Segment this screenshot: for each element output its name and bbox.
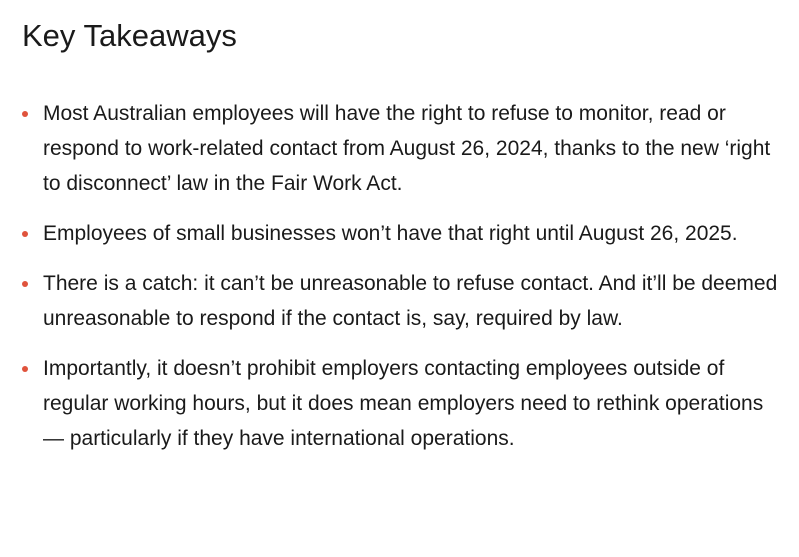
list-item: Most Australian employees will have the … (0, 96, 799, 201)
list-item: Employees of small businesses won’t have… (0, 216, 799, 251)
section-title: Key Takeaways (22, 18, 237, 53)
list-item: There is a catch: it can’t be unreasonab… (0, 266, 799, 336)
bullet-icon (22, 111, 28, 117)
bullet-icon (22, 281, 28, 287)
key-takeaways-section: Key Takeaways Most Australian employees … (0, 0, 799, 557)
takeaways-list: Most Australian employees will have the … (0, 96, 799, 471)
list-item: Importantly, it doesn’t prohibit employe… (0, 351, 799, 456)
bullet-icon (22, 366, 28, 372)
list-item-text: There is a catch: it can’t be unreasonab… (43, 272, 778, 330)
bullet-icon (22, 231, 28, 237)
list-item-text: Employees of small businesses won’t have… (43, 222, 738, 245)
list-item-text: Importantly, it doesn’t prohibit employe… (43, 357, 764, 450)
list-item-text: Most Australian employees will have the … (43, 102, 771, 195)
